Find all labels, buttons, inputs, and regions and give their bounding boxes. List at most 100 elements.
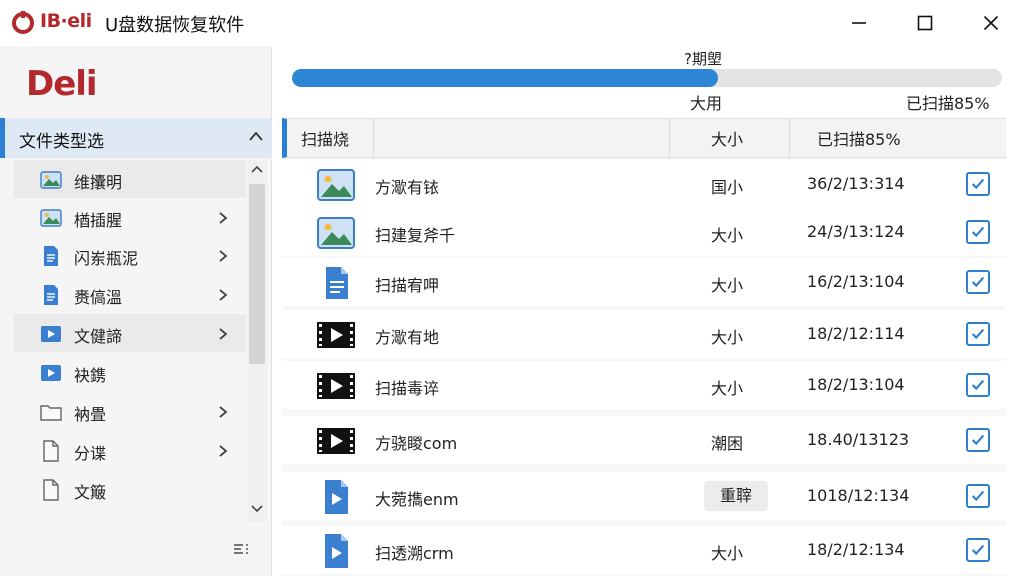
file-name: 方㵣有地 — [375, 328, 440, 347]
table-row[interactable]: 方㵣有铱 国小 36/2/13:314 — [282, 160, 1006, 208]
chevron-right-icon[interactable] — [218, 326, 228, 345]
file-size: 国小 — [710, 178, 743, 197]
table-row[interactable]: 扫描毒谇 大小 18/2/13:104 — [282, 361, 1006, 409]
progress-top-label: ?期塱 — [684, 50, 722, 68]
column-separator — [373, 119, 374, 157]
file-date: 18/2/12:134 — [807, 540, 905, 559]
sidebar-item[interactable]: 闪岽瓶泥 — [14, 236, 246, 274]
app-logo-icon — [12, 11, 34, 34]
sidebar-item-label: 分谍 — [74, 444, 107, 463]
table-row[interactable]: 大菀㩦enm 重䏁 1018/12:134 — [282, 472, 1006, 520]
sidebar-item[interactable]: 维攮明 — [14, 160, 246, 198]
row-checkbox[interactable] — [966, 220, 990, 244]
column-header-name[interactable]: 扫描烧 — [301, 119, 349, 157]
file-size: 大小 — [710, 328, 743, 347]
progress-status-label: 已扫描85% — [906, 94, 990, 113]
sidebar-item-label: 文健諦 — [74, 327, 123, 346]
file-date: 24/3/13:124 — [807, 222, 905, 241]
scroll-down-icon[interactable] — [250, 504, 264, 514]
row-checkbox[interactable] — [966, 172, 990, 196]
sidebar-item-label: 赉傐溫 — [74, 288, 123, 307]
file-type-header-label: 文件类型选 — [19, 132, 104, 152]
file-size: 大小 — [710, 276, 743, 295]
image-icon — [316, 216, 356, 250]
image-icon — [40, 207, 62, 229]
column-header-status[interactable]: 已扫描85% — [817, 119, 901, 157]
play-doc-icon — [316, 534, 356, 568]
sidebar-item-label: 衲畳 — [74, 405, 107, 424]
file-name: 方骁䁓com — [375, 434, 458, 453]
file-icon — [40, 479, 62, 501]
table-row[interactable]: 方㵣有地 大小 18/2/12:114 — [282, 310, 1006, 358]
scan-progress-bar — [292, 69, 1002, 87]
sidebar-scroll-thumb[interactable] — [249, 184, 265, 364]
progress-left-label: 大用 — [690, 94, 723, 113]
sidebar-item[interactable]: 文簸 — [14, 470, 246, 508]
file-icon — [40, 440, 62, 462]
table-row[interactable]: 扫描宥呷 大小 16/2/13:104 — [282, 258, 1006, 306]
sidebar-item-label: 袂鎸 — [74, 366, 107, 385]
chevron-right-icon[interactable] — [218, 404, 228, 423]
video-icon — [316, 424, 356, 458]
table-row[interactable]: 方骁䁓com 潮困 18.40/13123 — [282, 416, 1006, 464]
file-size: 大小 — [710, 544, 743, 563]
row-checkbox[interactable] — [966, 373, 990, 397]
image-icon — [316, 168, 356, 202]
play-doc-icon — [316, 480, 356, 514]
close-icon — [983, 15, 999, 31]
row-checkbox[interactable] — [966, 538, 990, 562]
file-type-list: 维攮明楢插腥闪岽瓶泥赉傐溫文健諦袂鎸衲畳分谍文簸 — [14, 160, 246, 522]
document-icon — [316, 266, 356, 300]
chevron-right-icon[interactable] — [218, 287, 228, 306]
file-table-body: 方㵣有铱 国小 36/2/13:314 扫建复斧千 大小 24/3/13:124 扫描宥呷大… — [282, 158, 1006, 576]
sidebar-item[interactable]: 文健諦 — [14, 314, 246, 352]
column-header-size[interactable]: 大小 — [711, 119, 743, 157]
window-title: U盘数据恢复软件 — [105, 15, 245, 36]
close-button[interactable] — [958, 0, 1024, 46]
sidebar-item[interactable]: 袂鎸 — [14, 353, 246, 391]
row-checkbox[interactable] — [966, 270, 990, 294]
sidebar-item[interactable]: 楢插腥 — [14, 198, 246, 236]
chevron-up-icon[interactable] — [248, 130, 264, 142]
file-name: 扫描毒谇 — [375, 379, 440, 398]
file-date: 18/2/13:104 — [807, 375, 905, 394]
file-name: 大菀㩦enm — [375, 490, 459, 509]
table-row[interactable]: 扫建复斧千 大小 24/3/13:124 — [282, 208, 1006, 256]
row-checkbox[interactable] — [966, 322, 990, 346]
row-checkbox[interactable] — [966, 484, 990, 508]
minimize-button[interactable] — [826, 0, 892, 46]
file-size: 大小 — [710, 379, 743, 398]
sidebar: Deli 文件类型选 维攮明 楢插腥 闪岽瓶泥 赉傐溫 文健諦 袂鎸 衲畳 分谍 文簸 — [0, 46, 272, 576]
scan-progress-fill — [292, 69, 718, 87]
list-menu-icon[interactable] — [232, 542, 250, 556]
sidebar-item-label: 文簸 — [74, 483, 107, 502]
sidebar-item-label: 闪岽瓶泥 — [74, 249, 139, 268]
sidebar-item[interactable]: 赉傐溫 — [14, 275, 246, 313]
file-size: 大小 — [710, 226, 743, 245]
file-table-header: 扫描烧 大小 已扫描85% — [282, 118, 1006, 158]
file-name: 扫描宥呷 — [375, 276, 440, 295]
row-checkbox[interactable] — [966, 428, 990, 452]
chevron-right-icon[interactable] — [218, 210, 228, 229]
table-row[interactable]: 扫透溯crm 大小 18/2/12:134 — [282, 526, 1006, 574]
file-type-header[interactable]: 文件类型选 — [0, 118, 272, 158]
file-size: 潮困 — [710, 434, 743, 453]
file-name: 扫透溯crm — [375, 544, 454, 563]
file-date: 16/2/13:104 — [807, 272, 905, 291]
sidebar-item-label: 维攮明 — [74, 173, 123, 192]
file-name: 扫建复斧千 — [375, 226, 456, 245]
scroll-up-icon[interactable] — [250, 164, 264, 174]
sidebar-item[interactable]: 衲畳 — [14, 392, 246, 430]
chevron-right-icon[interactable] — [218, 443, 228, 462]
brand-text: IB·eli — [40, 10, 92, 32]
file-date: 1018/12:134 — [807, 486, 910, 505]
document-icon — [40, 284, 62, 306]
chevron-right-icon[interactable] — [218, 248, 228, 267]
folder-icon — [40, 401, 62, 423]
maximize-button[interactable] — [892, 0, 958, 46]
file-date: 18/2/12:114 — [807, 324, 905, 343]
column-separator — [669, 119, 670, 157]
file-size: 重䏁 — [704, 481, 768, 511]
image-icon — [40, 169, 62, 191]
sidebar-item[interactable]: 分谍 — [14, 431, 246, 469]
